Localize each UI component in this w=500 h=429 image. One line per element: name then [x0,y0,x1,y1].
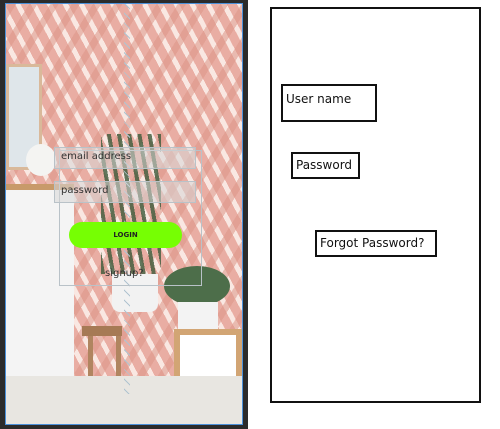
wireframe-forgot-password-box: Forgot Password? [315,230,437,257]
password-field[interactable]: password [54,181,196,203]
phone-preview: email address password LOGIN signup? [5,3,243,425]
form-container [59,150,202,286]
vase [26,144,56,176]
wireframe-username-box: User name [281,84,377,122]
login-button[interactable]: LOGIN [69,222,182,248]
email-field[interactable]: email address [54,147,196,169]
signup-link[interactable]: signup? [105,268,144,279]
design-preview-pane: email address password LOGIN signup? [0,0,248,429]
wireframe-password-box: Password [291,152,360,179]
wireframe-sketch: User name Password Forgot Password? [270,7,481,403]
